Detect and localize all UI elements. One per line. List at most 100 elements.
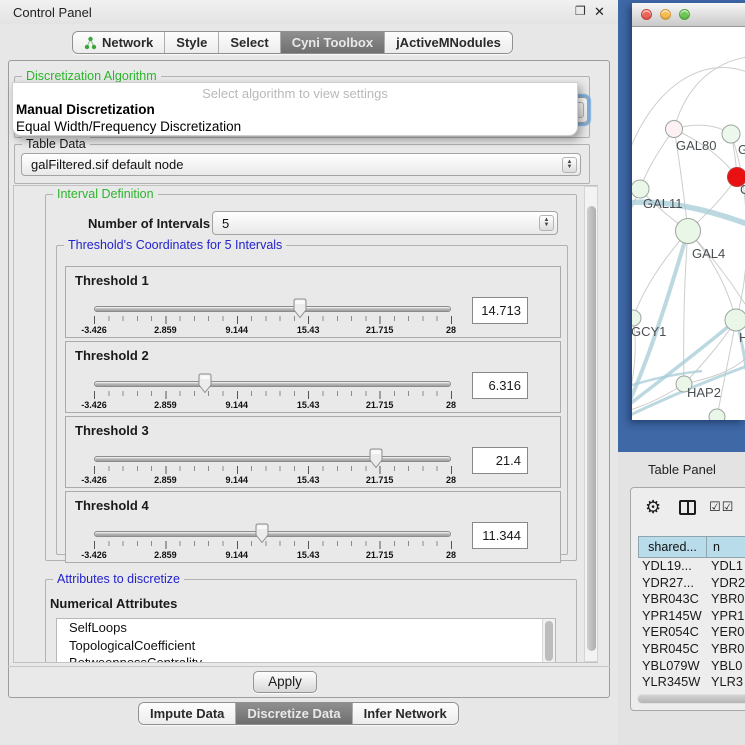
zoom-window-icon[interactable] bbox=[679, 9, 690, 20]
tab-infer-network[interactable]: Infer Network bbox=[353, 703, 458, 724]
tab-cyni-toolbox[interactable]: Cyni Toolbox bbox=[281, 32, 385, 53]
numerical-attributes-label: Numerical Attributes bbox=[50, 596, 177, 611]
dropdown-option-equal-width[interactable]: Equal Width/Frequency Discretization bbox=[13, 118, 577, 135]
table-row[interactable]: YBL079WYBL0 bbox=[638, 658, 745, 675]
footer-separator bbox=[8, 666, 610, 667]
table-row[interactable]: YBR045CYBR0 bbox=[638, 641, 745, 658]
node-gal80[interactable] bbox=[666, 121, 683, 138]
threshold-slider-handle[interactable] bbox=[292, 298, 308, 319]
table-panel-body: ⚙ ☑☑ shared... n YDL19...YDL1 YDR27...YD… bbox=[630, 487, 745, 711]
threshold-slider-track[interactable] bbox=[94, 456, 451, 462]
tab-discretize-data[interactable]: Discretize Data bbox=[236, 703, 352, 724]
node-label: HAP2 bbox=[687, 385, 721, 400]
threshold-value-field[interactable]: 11.344 bbox=[472, 522, 528, 549]
node-label: GAL80 bbox=[676, 138, 716, 153]
threshold-1-panel: Threshold 1 -3.4262.8599.14415.4321.7152… bbox=[65, 266, 561, 338]
table-row[interactable]: YDR27...YDR2 bbox=[638, 575, 745, 592]
columns-icon[interactable] bbox=[679, 500, 696, 515]
threshold-slider-handle[interactable] bbox=[254, 523, 270, 544]
bottom-tabbar: Impute Data Discretize Data Infer Networ… bbox=[138, 702, 459, 725]
node-gal4[interactable] bbox=[676, 219, 701, 244]
interval-definition-group: Interval Definition Number of Intervals … bbox=[45, 194, 577, 561]
group-title: Interval Definition bbox=[53, 187, 158, 201]
dropdown-option-manual[interactable]: Manual Discretization bbox=[13, 101, 577, 118]
number-of-intervals-combobox[interactable]: 5 ▲▼ bbox=[212, 211, 558, 235]
node-top-right[interactable] bbox=[722, 125, 740, 143]
close-window-icon[interactable] bbox=[641, 9, 652, 20]
threshold-slider-track[interactable] bbox=[94, 531, 451, 537]
table-horizontal-scrollbar[interactable] bbox=[637, 694, 745, 704]
slider-tick-labels: -3.4262.8599.14415.4321.71528 bbox=[94, 400, 451, 411]
table-panel: Table Panel ⚙ ☑☑ shared... n YDL19...YDL… bbox=[618, 452, 745, 745]
list-item[interactable]: BetweennessCentrality bbox=[57, 654, 555, 663]
node-label: C bbox=[740, 182, 745, 197]
float-panel-icon[interactable]: ❐ bbox=[575, 4, 586, 18]
tab-select[interactable]: Select bbox=[219, 32, 280, 53]
group-title: Table Data bbox=[22, 137, 90, 151]
number-of-intervals-label: Number of Intervals bbox=[88, 216, 210, 231]
gear-icon[interactable]: ⚙ bbox=[645, 497, 661, 518]
table-data-group: Table Data galFiltered.sif default node … bbox=[14, 144, 590, 184]
settings-scrollpane: Interval Definition Number of Intervals … bbox=[13, 185, 598, 663]
slider-tick-labels: -3.4262.8599.14415.4321.71528 bbox=[94, 475, 451, 486]
table-header-row: shared... n bbox=[638, 536, 745, 558]
table-row[interactable]: YLR345WYLR3 bbox=[638, 674, 745, 691]
threshold-label: Threshold 3 bbox=[75, 423, 149, 438]
table-rows: YDL19...YDL1 YDR27...YDR2 YBR043CYBR0 YP… bbox=[638, 558, 745, 707]
tab-impute-data[interactable]: Impute Data bbox=[139, 703, 236, 724]
threshold-2-panel: Threshold 2 -3.4262.8599.14415.4321.7152… bbox=[65, 341, 561, 413]
table-row[interactable]: YDL19...YDL1 bbox=[638, 558, 745, 575]
threshold-value-field[interactable]: 14.713 bbox=[472, 297, 528, 324]
panel-title: Control Panel bbox=[13, 5, 92, 20]
threshold-slider-handle[interactable] bbox=[368, 448, 384, 469]
tab-style[interactable]: Style bbox=[165, 32, 219, 53]
list-scrollbar[interactable] bbox=[542, 619, 555, 663]
network-window-titlebar[interactable] bbox=[632, 3, 745, 27]
group-title: Threshold's Coordinates for 5 Intervals bbox=[64, 238, 286, 252]
scrollbar-thumb[interactable] bbox=[638, 695, 745, 703]
node-h[interactable] bbox=[725, 309, 745, 331]
scrollbar-thumb[interactable] bbox=[587, 206, 596, 651]
table-data-combobox[interactable]: galFiltered.sif default node ▲▼ bbox=[21, 153, 581, 176]
threshold-3-panel: Threshold 3 -3.4262.8599.14415.4321.7152… bbox=[65, 416, 561, 488]
control-panel: Control Panel ❐ ✕ Network Style Select C… bbox=[0, 0, 618, 745]
node-label: GAL4 bbox=[692, 246, 725, 261]
threshold-slider-track[interactable] bbox=[94, 381, 451, 387]
table-row[interactable]: YPR145WYPR1 bbox=[638, 608, 745, 625]
threshold-value-field[interactable]: 6.316 bbox=[472, 372, 528, 399]
node-bottom-cut[interactable] bbox=[709, 409, 725, 420]
network-canvas[interactable]: GAL80 GA C GAL11 GAL4 GCY1 H HAP2 bbox=[632, 27, 745, 420]
threshold-slider-track[interactable] bbox=[94, 306, 451, 312]
tab-network[interactable]: Network bbox=[73, 32, 165, 53]
apply-button[interactable]: Apply bbox=[253, 671, 317, 693]
tab-jactivemnodules[interactable]: jActiveMNodules bbox=[385, 32, 512, 53]
combobox-stepper-icon[interactable]: ▲▼ bbox=[539, 215, 554, 231]
list-item[interactable]: TopologicalCoefficient bbox=[57, 637, 555, 655]
control-panel-titlebar: Control Panel ❐ ✕ bbox=[0, 0, 618, 24]
close-panel-icon[interactable]: ✕ bbox=[594, 4, 605, 20]
threshold-label: Threshold 4 bbox=[75, 498, 149, 513]
slider-tick-labels: -3.4262.8599.14415.4321.71528 bbox=[94, 550, 451, 561]
main-scrollbar[interactable] bbox=[584, 186, 598, 662]
group-title: Attributes to discretize bbox=[53, 572, 184, 586]
column-header-name[interactable]: n bbox=[707, 537, 745, 557]
column-header-shared-name[interactable]: shared... bbox=[639, 537, 707, 557]
network-view-window[interactable]: GAL80 GA C GAL11 GAL4 GCY1 H HAP2 bbox=[632, 3, 745, 420]
threshold-value-field[interactable]: 21.4 bbox=[472, 447, 528, 474]
node-label: GAL11 bbox=[643, 196, 683, 211]
dropdown-placeholder-item[interactable]: Select algorithm to view settings bbox=[13, 83, 577, 101]
slider-tick-labels: -3.4262.8599.14415.4321.71528 bbox=[94, 325, 451, 336]
network-icon bbox=[84, 36, 97, 50]
node-label: GA bbox=[738, 142, 745, 157]
threshold-slider-handle[interactable] bbox=[197, 373, 213, 394]
select-checkboxes-icon[interactable]: ☑☑ bbox=[709, 499, 734, 515]
table-row[interactable]: YER054CYER0 bbox=[638, 624, 745, 641]
table-row[interactable]: YBR043CYBR0 bbox=[638, 591, 745, 608]
minimize-window-icon[interactable] bbox=[660, 9, 671, 20]
list-item[interactable]: SelfLoops bbox=[57, 619, 555, 637]
node-label: H bbox=[739, 330, 745, 345]
top-tabbar: Network Style Select Cyni Toolbox jActiv… bbox=[72, 31, 513, 54]
combobox-stepper-icon[interactable]: ▲▼ bbox=[562, 157, 577, 173]
thresholds-group: Threshold's Coordinates for 5 Intervals … bbox=[56, 245, 568, 555]
threshold-4-panel: Threshold 4 -3.4262.8599.14415.4321.7152… bbox=[65, 491, 561, 563]
